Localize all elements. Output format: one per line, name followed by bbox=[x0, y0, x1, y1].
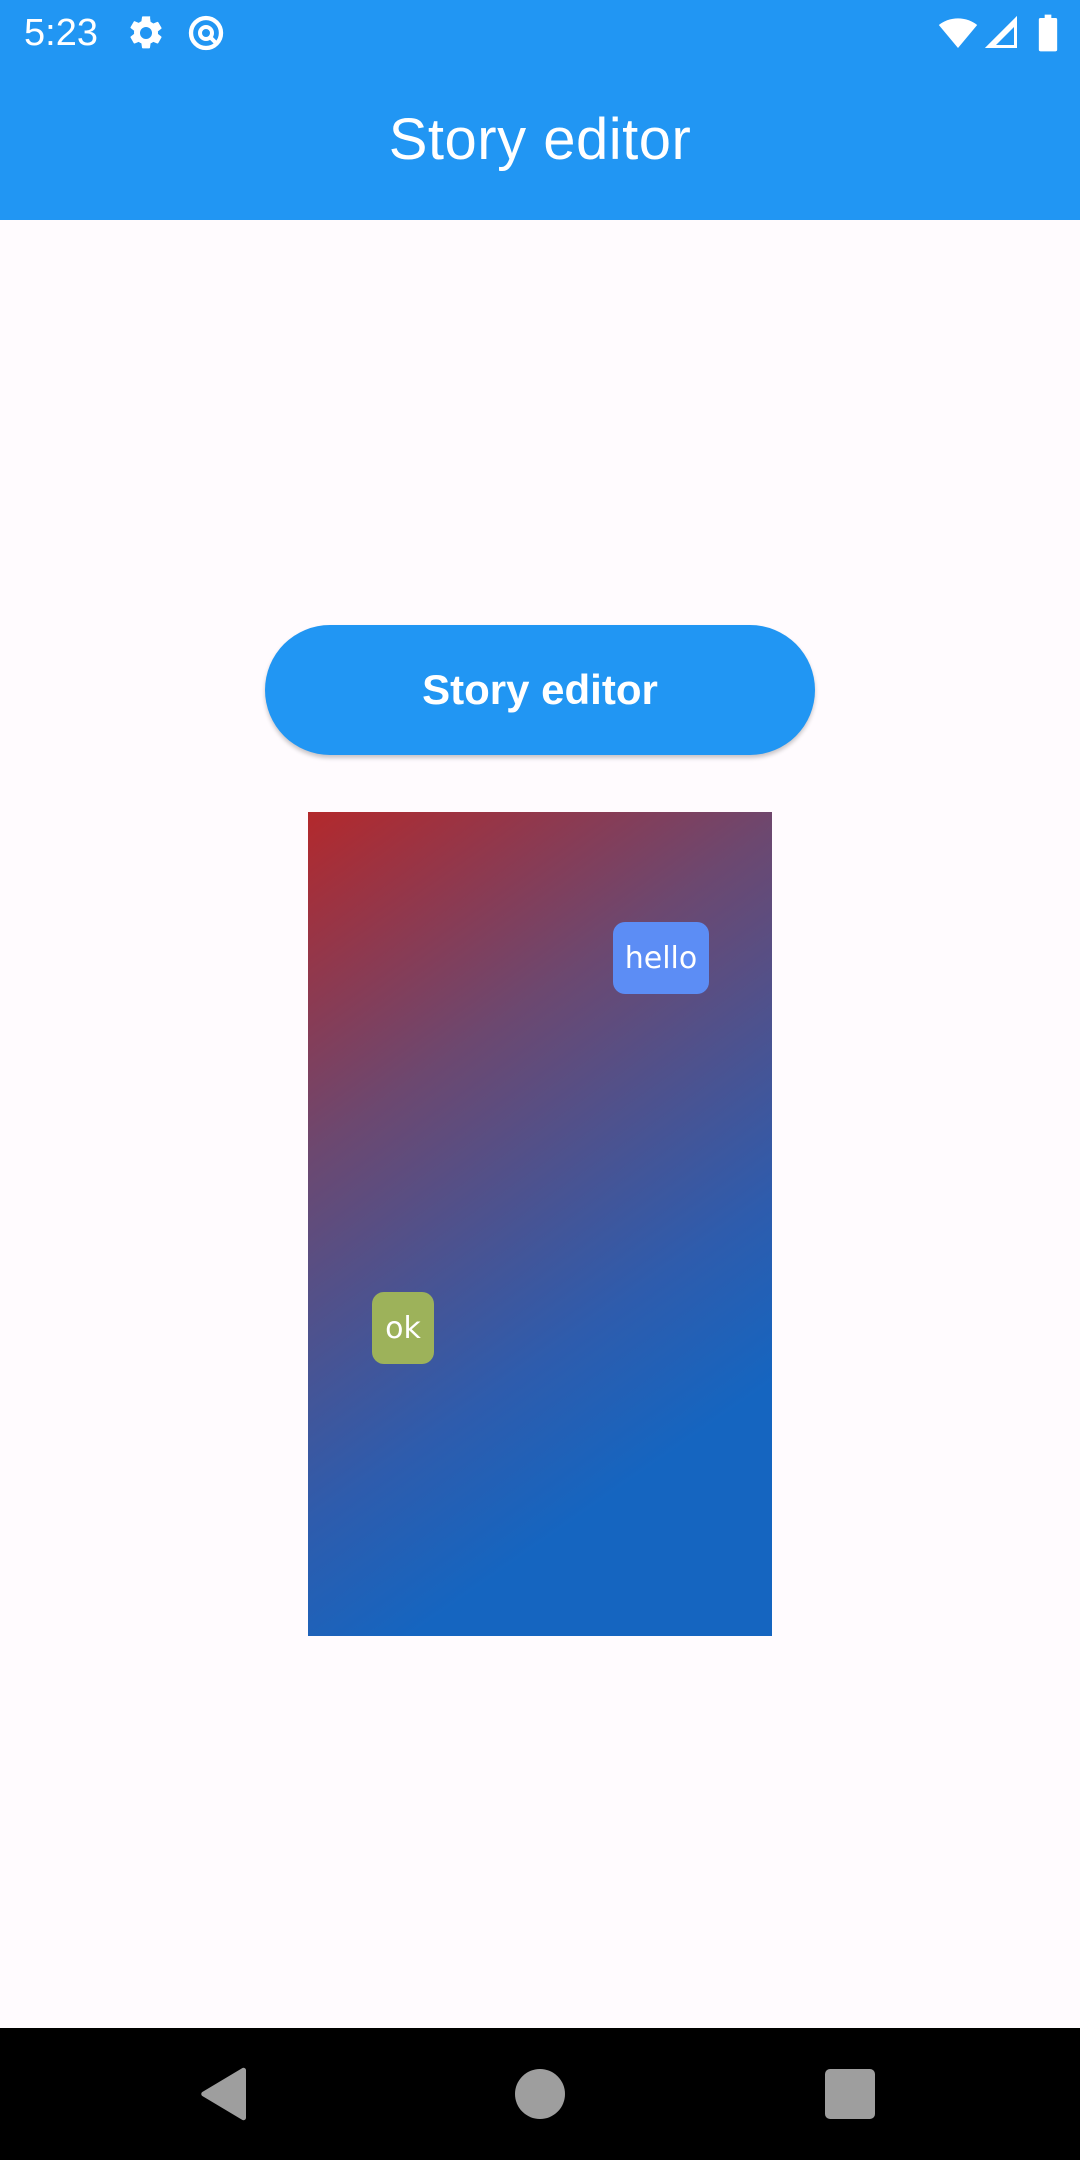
story-editor-button[interactable]: Story editor bbox=[265, 625, 815, 755]
home-icon[interactable] bbox=[510, 2064, 570, 2124]
navigation-bar bbox=[0, 2028, 1080, 2160]
battery-icon bbox=[1036, 13, 1060, 53]
back-icon[interactable] bbox=[196, 2064, 256, 2124]
status-bar: 5:23 bbox=[0, 0, 1080, 66]
sticker-hello-text: hello bbox=[624, 940, 698, 976]
recents-icon[interactable] bbox=[820, 2064, 880, 2124]
sticker-ok[interactable]: ok bbox=[372, 1292, 434, 1364]
signal-icon bbox=[984, 13, 1020, 53]
sticker-hello[interactable]: hello bbox=[613, 922, 709, 994]
page-title: Story editor bbox=[388, 107, 692, 172]
sticker-ok-text: ok bbox=[385, 1310, 421, 1346]
status-time: 5:23 bbox=[24, 12, 98, 54]
wifi-icon bbox=[936, 13, 980, 53]
gear-icon bbox=[126, 13, 166, 53]
data-saver-icon bbox=[186, 13, 226, 53]
story-canvas[interactable]: hello ok bbox=[308, 812, 772, 1636]
app-bar: 5:23 Story editor bbox=[0, 0, 1080, 220]
